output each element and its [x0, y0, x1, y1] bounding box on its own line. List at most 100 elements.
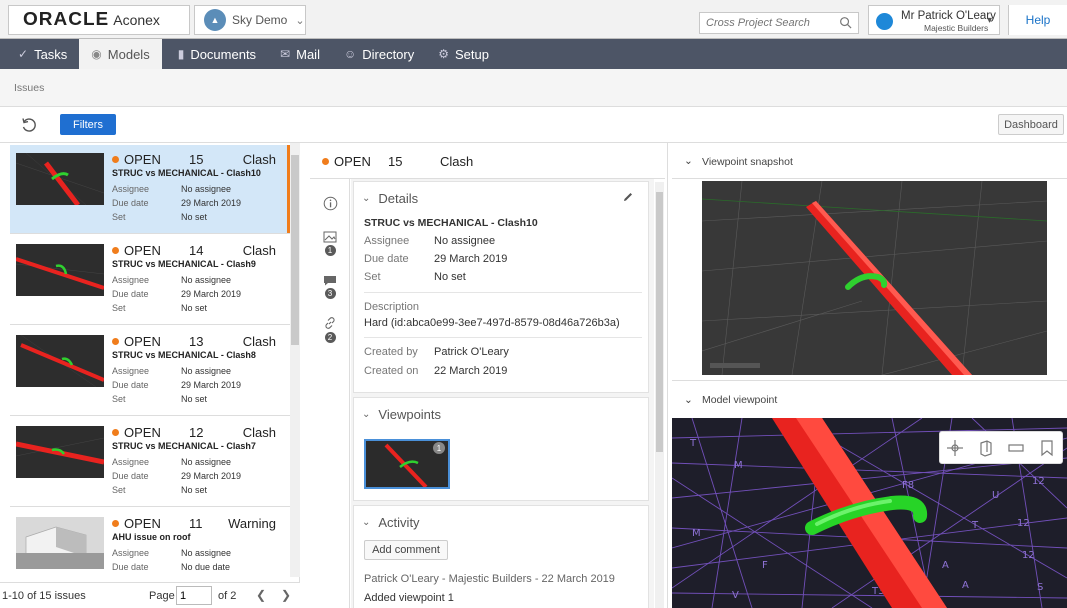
- svg-text:F8: F8: [902, 480, 914, 491]
- svg-text:T: T: [689, 438, 697, 449]
- issue-assignee: Assignee No assignee: [112, 457, 232, 467]
- issue-due-date: Due date 29 March 2019: [112, 380, 242, 390]
- detail-side-tabs: 1 3 2: [310, 179, 350, 608]
- chevron-down-icon: ⌄: [295, 14, 305, 27]
- info-icon: [323, 196, 337, 210]
- viewpoint-snapshot-image: [702, 181, 1047, 375]
- people-icon: ☺: [343, 47, 357, 61]
- issue-list-item[interactable]: OPEN 11 Warning AHU issue on roof Assign…: [10, 509, 290, 582]
- detail-scrollbar[interactable]: [655, 182, 664, 608]
- chevron-down-icon: ⌄: [684, 394, 693, 406]
- filters-button[interactable]: Filters: [60, 114, 116, 135]
- divider: [364, 292, 642, 293]
- brand-logo[interactable]: ORACLE Aconex: [8, 5, 190, 35]
- comment-icon: [324, 276, 336, 286]
- issue-title: STRUC vs MECHANICAL - Clash9: [112, 259, 256, 269]
- svg-text:A: A: [962, 580, 969, 591]
- image-icon: [323, 231, 337, 242]
- chevron-down-icon: ⌄: [684, 155, 693, 167]
- tab-info[interactable]: [310, 183, 350, 223]
- svg-text:F: F: [762, 560, 768, 571]
- dashboard-button[interactable]: Dashboard: [998, 114, 1064, 135]
- status-badge: OPEN: [112, 425, 161, 440]
- issue-list-scrollbar[interactable]: [290, 143, 300, 577]
- pagination: 1-10 of 15 issues Page of 2 ❮ ❯: [0, 582, 300, 608]
- cross-project-search: [699, 12, 859, 34]
- tab-comments[interactable]: 3: [310, 267, 350, 307]
- nav-directory[interactable]: ☺ Directory: [332, 39, 426, 69]
- page-input[interactable]: [176, 586, 212, 605]
- details-section-header[interactable]: ⌄ Details: [362, 191, 418, 206]
- refresh-icon[interactable]: [20, 116, 38, 134]
- issue-number: 12: [189, 425, 204, 440]
- details-card: ⌄ Details STRUC vs MECHANICAL - Clash10 …: [353, 181, 649, 393]
- oracle-wordmark: ORACLE: [23, 9, 110, 30]
- svg-text:M: M: [692, 528, 701, 539]
- issue-title: STRUC vs MECHANICAL - Clash7: [112, 441, 256, 451]
- issue-count: 1-10 of 15 issues: [2, 590, 86, 602]
- project-selector[interactable]: ▲ Sky Demo ⌄: [194, 5, 306, 35]
- user-name: Mr Patrick O'Leary: [901, 10, 996, 22]
- search-input[interactable]: [700, 13, 826, 33]
- search-icon[interactable]: [839, 16, 852, 29]
- model-viewpoint-header[interactable]: ⌄ Model viewpoint: [672, 380, 1067, 418]
- svg-text:12: 12: [1022, 550, 1035, 561]
- status-badge: OPEN: [112, 243, 161, 258]
- svg-text:A: A: [942, 560, 949, 571]
- issue-thumbnail: [16, 244, 104, 296]
- issue-number: 11: [189, 516, 203, 531]
- breadcrumb: Issues: [0, 69, 1067, 107]
- pan-icon[interactable]: [946, 439, 964, 457]
- activity-section-header[interactable]: ⌄ Activity: [362, 515, 420, 530]
- add-comment-button[interactable]: Add comment: [364, 540, 448, 560]
- viewpoints-card: ⌄ Viewpoints 1: [353, 397, 649, 501]
- nav-setup[interactable]: ⚙ Setup: [426, 39, 501, 69]
- issue-title: STRUC vs MECHANICAL - Clash8: [112, 350, 256, 360]
- description-text: Hard (id:abca0e99-3ee7-497d-8579-08d46a7…: [364, 317, 620, 329]
- svg-text:S: S: [1037, 582, 1043, 593]
- nav-label: Setup: [455, 46, 489, 62]
- issue-type: Clash: [242, 425, 276, 440]
- breadcrumb-issues[interactable]: Issues: [14, 82, 44, 94]
- nav-tasks[interactable]: ✓ Tasks: [0, 39, 79, 69]
- issue-list-item[interactable]: OPEN 15 Clash STRUC vs MECHANICAL - Clas…: [10, 145, 290, 234]
- description-label: Description: [364, 301, 420, 313]
- svg-text:12: 12: [1032, 476, 1045, 487]
- tab-viewpoints[interactable]: 1: [310, 223, 350, 263]
- chevron-down-icon: ⌄: [362, 409, 371, 420]
- tab-links[interactable]: 2: [310, 309, 350, 349]
- snapshot-label: Viewpoint snapshot: [702, 156, 793, 168]
- measure-icon[interactable]: [1007, 439, 1025, 457]
- user-company: Majestic Builders: [924, 23, 989, 33]
- bookmark-icon[interactable]: [1038, 439, 1056, 457]
- activity-author: Patrick O'Leary - Majestic Builders - 22…: [364, 573, 615, 585]
- issue-thumbnail: [16, 153, 104, 205]
- issue-list-item[interactable]: OPEN 13 Clash STRUC vs MECHANICAL - Clas…: [10, 327, 290, 416]
- svg-text:T: T: [971, 520, 979, 531]
- gear-icon: ⚙: [438, 47, 450, 61]
- user-menu[interactable]: Mr Patrick O'Leary Majestic Builders ▾: [868, 5, 1000, 35]
- comment-count-badge: 3: [324, 288, 336, 299]
- svg-text:M: M: [734, 460, 743, 471]
- next-page-icon[interactable]: ❯: [281, 588, 291, 602]
- issue-list-item[interactable]: OPEN 14 Clash STRUC vs MECHANICAL - Clas…: [10, 236, 290, 325]
- nav-mail[interactable]: ✉ Mail: [268, 39, 332, 69]
- issue-number: 15: [189, 152, 204, 167]
- issue-list-item[interactable]: OPEN 12 Clash STRUC vs MECHANICAL - Clas…: [10, 418, 290, 507]
- nav-documents[interactable]: ▮ Documents: [162, 39, 268, 69]
- viewpoint-snapshot-header[interactable]: ⌄ Viewpoint snapshot: [672, 143, 1067, 179]
- prev-page-icon[interactable]: ❮: [256, 588, 266, 602]
- edit-icon[interactable]: [622, 191, 634, 203]
- viewpoint-thumbnail[interactable]: 1: [364, 439, 450, 489]
- detail-created-by: Created by Patrick O'Leary: [364, 346, 509, 358]
- nav-models[interactable]: ◉ Models: [79, 39, 162, 69]
- issue-type: Clash: [242, 152, 276, 167]
- help-link[interactable]: Help: [1008, 5, 1067, 35]
- mail-icon: ✉: [280, 47, 291, 61]
- section-box-icon[interactable]: [977, 439, 995, 457]
- viewpoints-section-header[interactable]: ⌄ Viewpoints: [362, 407, 441, 422]
- issue-due-date: Due date 29 March 2019: [112, 471, 242, 481]
- issue-detail-header: OPEN 15 Clash: [310, 143, 665, 179]
- main-nav: ✓ Tasks ◉ Models ▮ Documents ✉ Mail ☺ Di…: [0, 39, 1067, 69]
- status-badge: OPEN: [112, 334, 161, 349]
